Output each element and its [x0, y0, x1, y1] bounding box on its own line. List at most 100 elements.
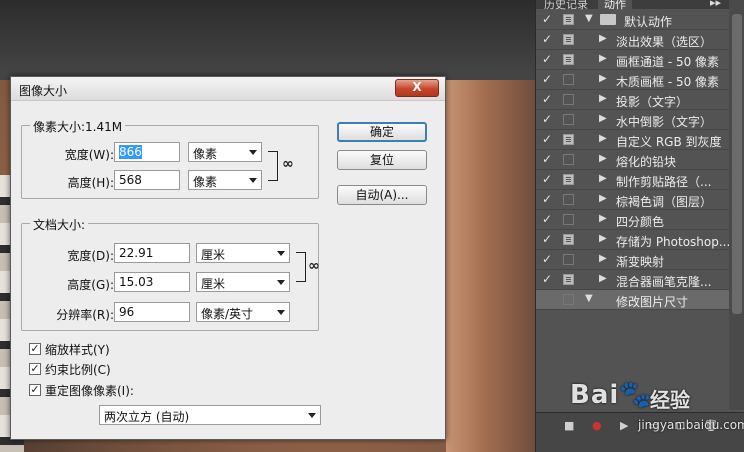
action-toggle-checkbox[interactable]: ✓: [542, 92, 556, 106]
expand-right-icon[interactable]: ▶: [599, 113, 607, 124]
pixel-width-input[interactable]: 866: [114, 142, 180, 162]
action-row[interactable]: ✓ ▶ 渐变映射: [536, 250, 729, 270]
dialog-toggle-icon[interactable]: [563, 14, 574, 25]
action-set-row[interactable]: ✓ ▼ 默认动作: [536, 10, 729, 30]
dialog-toggle-icon[interactable]: [563, 134, 574, 145]
action-toggle-checkbox[interactable]: ✓: [542, 232, 556, 246]
action-row[interactable]: ✓ ▶ 棕褐色调（图层）: [536, 190, 729, 210]
resolution-unit-select[interactable]: 像素/英寸: [196, 302, 290, 322]
resolution-input[interactable]: 96: [114, 302, 190, 322]
image-size-dialog: 图像大小 X 像素大小:1.41M 宽度(W): 866 像素 高度(H): 5…: [10, 76, 446, 440]
expand-down-icon[interactable]: ▼: [585, 13, 593, 24]
dialog-toggle-icon[interactable]: [563, 174, 574, 185]
dialog-toggle-icon[interactable]: [563, 34, 574, 45]
action-label: 棕褐色调（图层）: [616, 195, 713, 209]
dialog-toggle-icon[interactable]: [563, 274, 574, 285]
expand-right-icon[interactable]: ▶: [599, 153, 607, 164]
doc-link-bracket: [296, 252, 306, 282]
dialog-toggle-icon[interactable]: [563, 114, 574, 125]
expand-right-icon[interactable]: ▶: [599, 133, 607, 144]
action-label: 熔化的铅块: [616, 155, 677, 169]
action-row[interactable]: ✓ ▶ 淡出效果（选区）: [536, 30, 729, 50]
resample-checkbox[interactable]: ✓: [29, 384, 41, 396]
constrain-checkbox[interactable]: ✓: [29, 363, 41, 375]
panel-scrollbar[interactable]: [729, 0, 744, 410]
action-toggle-checkbox[interactable]: ✓: [542, 252, 556, 266]
doc-width-input[interactable]: 22.91: [114, 243, 190, 263]
dialog-toggle-icon[interactable]: [563, 74, 574, 85]
action-row[interactable]: ✓ ▶ 画框通道 - 50 像素: [536, 50, 729, 70]
action-toggle-checkbox[interactable]: ✓: [542, 72, 556, 86]
scrollbar-thumb[interactable]: [732, 14, 742, 314]
expand-down-icon[interactable]: ▼: [585, 293, 593, 304]
action-toggle-checkbox[interactable]: ✓: [542, 272, 556, 286]
action-label: 存储为 Photoshop...: [616, 235, 731, 249]
expand-right-icon[interactable]: ▶: [599, 33, 607, 44]
action-toggle-checkbox[interactable]: ✓: [542, 52, 556, 66]
action-toggle-checkbox[interactable]: ✓: [542, 192, 556, 206]
expand-right-icon[interactable]: ▶: [599, 173, 607, 184]
pixel-dimensions-group: 像素大小:1.41M 宽度(W): 866 像素 高度(H): 568 像素 ∞: [21, 118, 319, 199]
action-label: 修改图片尺寸: [616, 295, 689, 309]
constrain-label: 约束比例(C): [45, 363, 111, 377]
doc-width-label: 宽度(D):: [67, 249, 114, 263]
dialog-toggle-icon[interactable]: [563, 254, 574, 265]
action-label: 水中倒影（文字）: [616, 115, 713, 129]
dialog-toggle-icon[interactable]: [563, 54, 574, 65]
expand-right-icon[interactable]: ▶: [599, 273, 607, 284]
expand-right-icon[interactable]: ▶: [599, 233, 607, 244]
dialog-toggle-icon[interactable]: [563, 214, 574, 225]
expand-right-icon[interactable]: ▶: [599, 53, 607, 64]
dialog-toggle-icon[interactable]: [563, 294, 574, 305]
dialog-titlebar[interactable]: 图像大小 X: [11, 77, 445, 101]
action-row[interactable]: ✓ ▶ 投影（文字）: [536, 90, 729, 110]
resample-method-select[interactable]: 两次立方 (自动): [99, 405, 321, 425]
reset-button[interactable]: 复位: [337, 150, 427, 170]
pixel-width-label: 宽度(W):: [64, 148, 114, 162]
scale-styles-label: 缩放样式(Y): [45, 343, 110, 357]
action-row[interactable]: ✓ ▶ 水中倒影（文字）: [536, 110, 729, 130]
pixel-height-unit-select[interactable]: 像素: [188, 170, 262, 190]
dialog-toggle-icon[interactable]: [563, 194, 574, 205]
pixel-width-unit-select[interactable]: 像素: [188, 142, 262, 162]
document-size-group: 文档大小: 宽度(D): 22.91 厘米 高度(G): 15.03 厘米 分辨…: [21, 216, 320, 331]
panel-collapse-icon[interactable]: ▸▸: [710, 0, 721, 9]
doc-height-unit-select[interactable]: 厘米: [196, 272, 290, 292]
close-button[interactable]: X: [395, 79, 439, 97]
action-row[interactable]: ▼ 修改图片尺寸: [536, 290, 729, 310]
resolution-label: 分辨率(R):: [56, 308, 114, 322]
action-row[interactable]: ✓ ▶ 存储为 Photoshop...: [536, 230, 731, 250]
action-row[interactable]: ✓ ▶ 制作剪贴路径（...: [536, 170, 729, 190]
scale-styles-checkbox[interactable]: ✓: [29, 343, 41, 355]
action-label: 淡出效果（选区）: [616, 35, 713, 49]
ok-button[interactable]: 确定: [337, 122, 427, 142]
expand-right-icon[interactable]: ▶: [599, 73, 607, 84]
action-toggle-checkbox[interactable]: ✓: [542, 212, 556, 226]
action-toggle-checkbox[interactable]: ✓: [542, 112, 556, 126]
canvas-top-strip: [0, 0, 540, 80]
action-toggle-checkbox[interactable]: ✓: [542, 132, 556, 146]
expand-right-icon[interactable]: ▶: [599, 253, 607, 264]
doc-height-input[interactable]: 15.03: [114, 272, 190, 292]
action-label: 默认动作: [624, 15, 673, 29]
action-toggle-checkbox[interactable]: ✓: [542, 32, 556, 46]
expand-right-icon[interactable]: ▶: [599, 193, 607, 204]
action-toggle-checkbox[interactable]: ✓: [542, 172, 556, 186]
expand-right-icon[interactable]: ▶: [599, 93, 607, 104]
dialog-toggle-icon[interactable]: [563, 234, 574, 245]
action-toggle-checkbox[interactable]: ✓: [542, 12, 556, 26]
pixel-height-input[interactable]: 568: [114, 170, 180, 190]
doc-width-unit-select[interactable]: 厘米: [196, 243, 290, 263]
dialog-toggle-icon[interactable]: [563, 94, 574, 105]
action-row[interactable]: ✓ ▶ 木质画框 - 50 像素: [536, 70, 729, 90]
document-size-legend: 文档大小:: [30, 216, 89, 233]
auto-button[interactable]: 自动(A)...: [337, 185, 427, 205]
expand-right-icon[interactable]: ▶: [599, 213, 607, 224]
action-toggle-checkbox[interactable]: ✓: [542, 152, 556, 166]
action-row[interactable]: ✓ ▶ 熔化的铅块: [536, 150, 729, 170]
action-row[interactable]: ✓ ▶ 自定义 RGB 到灰度: [536, 130, 729, 150]
action-row[interactable]: ✓ ▶ 混合器画笔克隆...: [536, 270, 729, 290]
watermark-logo: Bai🐾: [570, 380, 653, 410]
action-row[interactable]: ✓ ▶ 四分颜色: [536, 210, 729, 230]
dialog-toggle-icon[interactable]: [563, 154, 574, 165]
